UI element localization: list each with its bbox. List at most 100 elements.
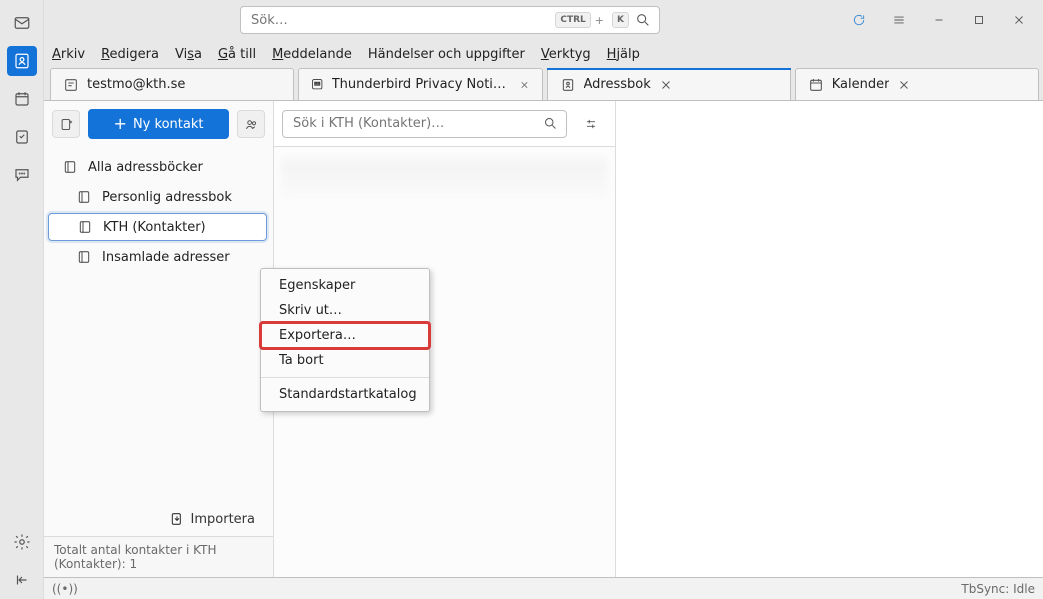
- addressbook-workspace: + Ny kontakt Alla adressböcker Personlig…: [44, 101, 1043, 577]
- menu-go[interactable]: Gå till: [218, 47, 256, 62]
- new-list-button[interactable]: [237, 110, 265, 138]
- contact-detail-pane: [616, 101, 1043, 577]
- ab-item-label: Alla adressböcker: [88, 160, 203, 175]
- new-contact-label: Ny kontakt: [133, 117, 204, 132]
- cm-delete[interactable]: Ta bort: [261, 348, 429, 373]
- ab-item-label: Personlig adressbok: [102, 190, 232, 205]
- addressbook-rail-button[interactable]: [7, 46, 37, 76]
- sidebar-status: Totalt antal kontakter i KTH (Kontakter)…: [44, 536, 273, 577]
- tab-label: Kalender: [832, 77, 890, 92]
- addressbook-tab-icon: [560, 77, 576, 93]
- addressbook-context-menu: Egenskaper Skriv ut… Exportera… Ta bort …: [260, 268, 430, 412]
- sliders-icon: [584, 117, 598, 131]
- people-icon: [244, 117, 259, 132]
- chat-rail-button[interactable]: [7, 160, 37, 190]
- sidebar-bottom: Importera: [44, 501, 273, 536]
- calendar-rail-button[interactable]: [7, 84, 37, 114]
- settings-rail-button[interactable]: [7, 527, 37, 557]
- menu-help[interactable]: Hjälp: [607, 47, 640, 62]
- ab-item-kth[interactable]: KTH (Kontakter): [48, 213, 267, 241]
- menubar: Arkiv Redigera Visa Gå till Meddelande H…: [44, 40, 1043, 68]
- cm-print[interactable]: Skriv ut…: [261, 298, 429, 323]
- contact-search-input[interactable]: [291, 115, 543, 132]
- app-rail: [0, 0, 44, 599]
- kbd-ctrl: CTRL: [555, 12, 590, 28]
- top-toolbar: CTRL + K: [44, 0, 1043, 40]
- new-addressbook-button[interactable]: [52, 110, 80, 138]
- tab-account[interactable]: testmo@kth.se: [50, 68, 294, 100]
- sidebar-status-text: Totalt antal kontakter i KTH (Kontakter)…: [54, 543, 216, 571]
- mail-icon: [13, 14, 31, 32]
- appmenu-button[interactable]: [883, 4, 915, 36]
- import-button[interactable]: Importera: [163, 510, 261, 528]
- ab-item-label: KTH (Kontakter): [103, 220, 206, 235]
- tasks-icon: [13, 128, 31, 146]
- chat-icon: [13, 166, 31, 184]
- book-plus-icon: [59, 117, 74, 132]
- window-minimize[interactable]: [923, 4, 955, 36]
- addressbook-list: Alla adressböcker Personlig adressbok KT…: [44, 147, 273, 501]
- book-icon: [77, 219, 93, 235]
- tab-close-icon[interactable]: [897, 78, 911, 92]
- cm-default-dir[interactable]: Standardstartkatalog: [261, 382, 429, 407]
- tab-label: Thunderbird Privacy Notice — Mo…: [332, 77, 511, 92]
- calendar-icon: [13, 90, 31, 108]
- book-icon: [62, 159, 78, 175]
- menu-tools[interactable]: Verktyg: [541, 47, 591, 62]
- contact-row-blurred: [282, 159, 607, 197]
- addressbook-sidebar: + Ny kontakt Alla adressböcker Personlig…: [44, 101, 274, 577]
- menu-file[interactable]: Arkiv: [52, 47, 85, 62]
- mail-rail-button[interactable]: [7, 8, 37, 38]
- menu-view[interactable]: Visa: [175, 47, 202, 62]
- window-close[interactable]: [1003, 4, 1035, 36]
- cm-export[interactable]: Exportera…: [261, 323, 429, 348]
- ab-item-label: Insamlade adresser: [102, 250, 230, 265]
- tabbar: testmo@kth.se Thunderbird Privacy Notice…: [44, 68, 1043, 101]
- book-icon: [76, 189, 92, 205]
- tab-calendar[interactable]: Kalender: [795, 68, 1039, 100]
- sync-button[interactable]: [843, 4, 875, 36]
- calendar-tab-icon: [808, 77, 824, 93]
- global-search-input[interactable]: [249, 12, 551, 29]
- kbd-k: K: [612, 12, 629, 28]
- tab-privacy[interactable]: Thunderbird Privacy Notice — Mo…: [298, 68, 542, 100]
- new-contact-button[interactable]: + Ny kontakt: [88, 109, 229, 139]
- search-icon: [635, 12, 651, 28]
- ab-item-all[interactable]: Alla adressböcker: [48, 153, 267, 181]
- menu-edit[interactable]: Redigera: [101, 47, 159, 62]
- tab-label: testmo@kth.se: [87, 77, 185, 92]
- maximize-icon: [972, 13, 986, 27]
- sync-icon: [852, 13, 866, 27]
- connection-status-icon: ((•)): [52, 582, 78, 596]
- book-icon: [76, 249, 92, 265]
- menu-message[interactable]: Meddelande: [272, 47, 352, 62]
- collapse-icon: [13, 571, 31, 589]
- tab-addressbook[interactable]: Adressbok: [547, 68, 791, 100]
- cm-separator: [261, 377, 429, 378]
- ab-item-personal[interactable]: Personlig adressbok: [48, 183, 267, 211]
- minimize-icon: [932, 13, 946, 27]
- main-column: CTRL + K Arkiv Redigera Visa Gå till Med…: [44, 0, 1043, 599]
- contact-search-bar: [274, 101, 615, 147]
- menu-events[interactable]: Händelser och uppgifter: [368, 47, 525, 62]
- tasks-rail-button[interactable]: [7, 122, 37, 152]
- tab-label: Adressbok: [584, 77, 651, 92]
- list-display-options[interactable]: [575, 108, 607, 140]
- window-maximize[interactable]: [963, 4, 995, 36]
- kbd-plus: +: [595, 14, 604, 27]
- global-search[interactable]: CTRL + K: [240, 6, 660, 34]
- tbsync-status[interactable]: TbSync: Idle: [961, 582, 1035, 596]
- import-label: Importera: [191, 512, 255, 527]
- search-icon: [543, 116, 558, 131]
- addressbook-icon: [13, 52, 31, 70]
- cm-properties[interactable]: Egenskaper: [261, 273, 429, 298]
- plus-icon: +: [114, 116, 127, 132]
- ab-item-collected[interactable]: Insamlade adresser: [48, 243, 267, 271]
- contact-search[interactable]: [282, 110, 567, 138]
- webpage-tab-icon: [311, 77, 323, 93]
- tab-close-icon[interactable]: [659, 78, 673, 92]
- gear-icon: [13, 533, 31, 551]
- import-icon: [169, 511, 185, 527]
- tab-close-icon[interactable]: [519, 78, 530, 92]
- collapse-rail-button[interactable]: [7, 565, 37, 595]
